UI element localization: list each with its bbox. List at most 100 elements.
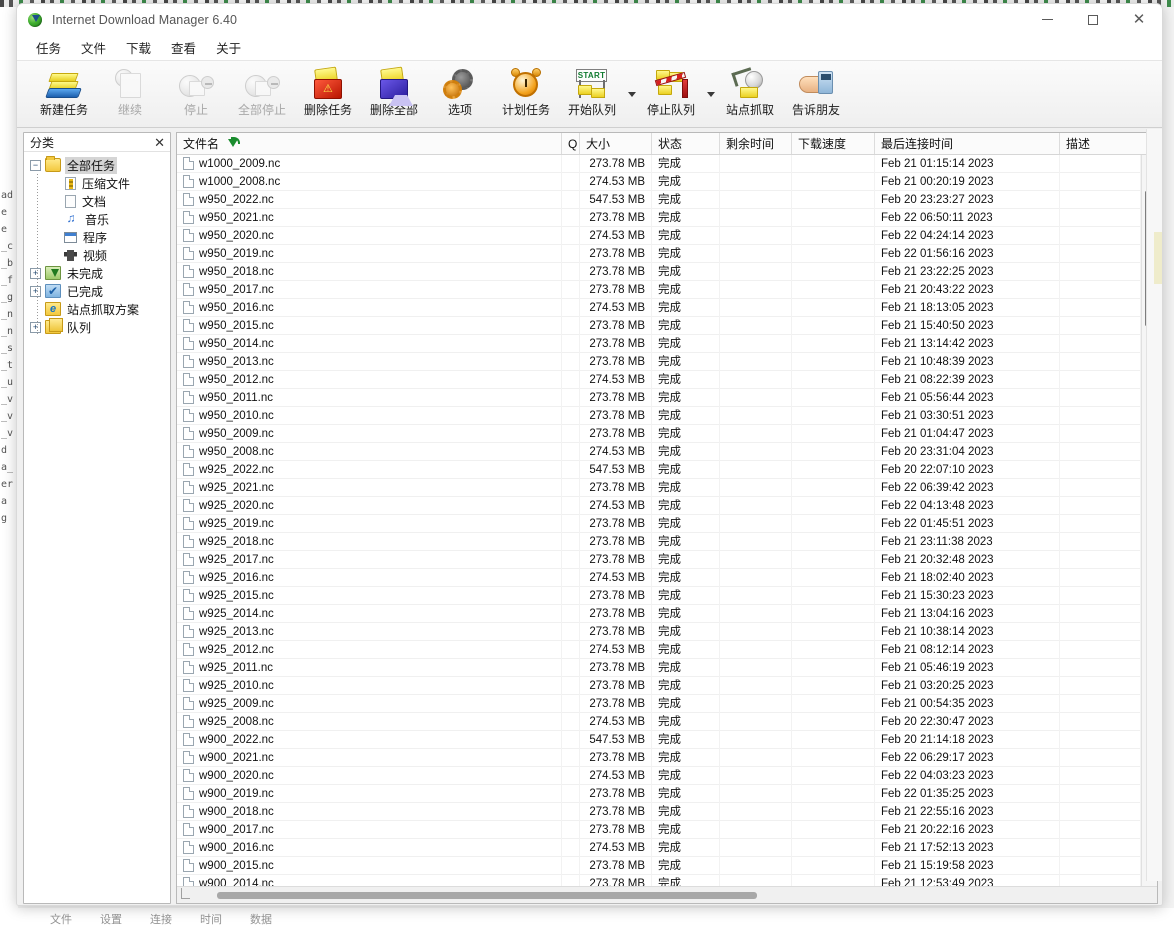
cell-name: w900_2017.nc [177,820,562,839]
table-row[interactable]: w925_2015.nc 273.78 MB 完成 Feb 21 15:30:23 2… [177,586,1141,605]
expand-icon[interactable]: + [30,321,41,333]
table-row[interactable]: w925_2017.nc 273.78 MB 完成 Feb 21 20:32:48 2… [177,550,1141,569]
table-row[interactable]: w900_2019.nc 273.78 MB 完成 Feb 22 01:35:25 2… [177,784,1141,803]
window-title-bar[interactable]: Internet Download Manager 6.40 ✕ [17,4,1162,35]
table-row[interactable]: w925_2020.nc 274.53 MB 完成 Feb 22 04:13:48 2… [177,496,1141,515]
cell-status: 完成 [652,244,720,263]
table-row[interactable]: w925_2018.nc 273.78 MB 完成 Feb 21 23:11:38 2… [177,532,1141,551]
collapse-icon[interactable]: − [30,159,41,171]
toolbar-button-tell-a-friend[interactable]: 告诉朋友 [783,63,849,126]
toolbar-button-add-task[interactable]: 新建任务 [31,63,97,126]
table-row[interactable]: w925_2022.nc 547.53 MB 完成 Feb 20 22:07:10 2… [177,460,1141,479]
sidebar-item-5[interactable]: 视频 [26,246,170,264]
table-row[interactable]: w925_2021.nc 273.78 MB 完成 Feb 22 06:39:42 2… [177,478,1141,497]
toolbar-button-options-gear[interactable]: 选项 [427,63,493,126]
table-row[interactable]: w950_2020.nc 274.53 MB 完成 Feb 22 04:24:14 2… [177,226,1141,245]
table-row[interactable]: w900_2014.nc 273.78 MB 完成 Feb 21 12:53:49 2… [177,874,1141,886]
table-row[interactable]: w950_2009.nc 273.78 MB 完成 Feb 21 01:04:47 2… [177,424,1141,443]
table-row[interactable]: w925_2019.nc 273.78 MB 完成 Feb 22 01:45:51 2… [177,514,1141,533]
table-row[interactable]: w900_2017.nc 273.78 MB 完成 Feb 21 20:22:16 2… [177,820,1141,839]
cell-last: Feb 21 15:30:23 2023 [875,586,1060,605]
table-row[interactable]: w900_2018.nc 273.78 MB 完成 Feb 21 22:55:16 2… [177,802,1141,821]
table-row[interactable]: w925_2008.nc 274.53 MB 完成 Feb 20 22:30:47 2… [177,712,1141,731]
table-row[interactable]: w950_2014.nc 273.78 MB 完成 Feb 21 13:14:42 2… [177,334,1141,353]
toolbar-dropdown-stop-queue[interactable] [704,63,717,126]
table-row[interactable]: w900_2021.nc 273.78 MB 完成 Feb 22 06:29:17 2… [177,748,1141,767]
list-horizontal-scrollbar[interactable] [177,886,1157,903]
toolbar-button-grabber[interactable]: 站点抓取 [717,63,783,126]
table-row[interactable]: w925_2014.nc 273.78 MB 完成 Feb 21 13:04:16 2… [177,604,1141,623]
table-row[interactable]: w950_2017.nc 273.78 MB 完成 Feb 21 20:43:22 2… [177,280,1141,299]
sidebar-item-7[interactable]: + ✔ 已完成 [26,282,170,300]
maximize-button[interactable] [1070,4,1116,35]
toolbar-button-stop-queue[interactable]: 停止队列 [638,63,704,126]
minimize-button[interactable] [1024,4,1070,35]
table-row[interactable]: w950_2019.nc 273.78 MB 完成 Feb 22 01:56:16 2… [177,244,1141,263]
cell-last: Feb 21 18:02:40 2023 [875,568,1060,587]
window-right-scroll-strip[interactable] [1146,129,1162,881]
toolbar-button-start-queue[interactable]: START 开始队列 [559,63,625,126]
table-row[interactable]: w950_2013.nc 273.78 MB 完成 Feb 21 10:48:39 2… [177,352,1141,371]
column-header-last[interactable]: 最后连接时间 [875,133,1060,154]
column-header-desc[interactable]: 描述 [1060,133,1157,154]
cell-q [562,388,580,407]
sidebar-item-1[interactable]: 压缩文件 [26,174,170,192]
cell-speed [792,442,875,461]
table-row[interactable]: w925_2010.nc 273.78 MB 完成 Feb 21 03:20:25 2… [177,676,1141,695]
cell-status: 完成 [652,748,720,767]
table-row[interactable]: w900_2015.nc 273.78 MB 完成 Feb 21 15:19:58 2… [177,856,1141,875]
table-row[interactable]: w950_2022.nc 547.53 MB 完成 Feb 20 23:23:27 2… [177,190,1141,209]
column-header-left[interactable]: 剩余时间 [720,133,792,154]
cell-q [562,298,580,317]
list-horizontal-scroll-thumb[interactable] [217,892,757,899]
table-row[interactable]: w900_2020.nc 274.53 MB 完成 Feb 22 04:03:23 2… [177,766,1141,785]
table-row[interactable]: w925_2011.nc 273.78 MB 完成 Feb 21 05:46:19 2… [177,658,1141,677]
table-row[interactable]: w950_2011.nc 273.78 MB 完成 Feb 21 05:56:44 2… [177,388,1141,407]
sidebar-item-9[interactable]: + 队列 [26,318,170,336]
table-row[interactable]: w925_2016.nc 274.53 MB 完成 Feb 21 18:02:40 2… [177,568,1141,587]
cell-name: w950_2008.nc [177,442,562,461]
menu-item-2[interactable]: 下载 [117,35,160,60]
column-header-size[interactable]: 大小 [580,133,652,154]
table-row[interactable]: w1000_2009.nc 273.78 MB 完成 Feb 21 01:15:14 … [177,155,1141,173]
table-row[interactable]: w925_2009.nc 273.78 MB 完成 Feb 21 00:54:35 2… [177,694,1141,713]
menu-item-1[interactable]: 文件 [72,35,115,60]
menu-item-3[interactable]: 查看 [162,35,205,60]
table-row[interactable]: w925_2012.nc 274.53 MB 完成 Feb 21 08:12:14 2… [177,640,1141,659]
column-header-name[interactable]: 文件名 [177,133,562,154]
table-row[interactable]: w950_2008.nc 274.53 MB 完成 Feb 20 23:31:04 2… [177,442,1141,461]
menu-item-4[interactable]: 关于 [207,35,250,60]
list-column-headers: 文件名 Q 大小 状态 剩余时间 下载速度 最后连接时间 描述 [177,133,1157,155]
column-header-q[interactable]: Q [562,133,580,154]
column-header-status[interactable]: 状态 [652,133,720,154]
table-row[interactable]: w950_2012.nc 274.53 MB 完成 Feb 21 08:22:39 2… [177,370,1141,389]
sidebar-item-8[interactable]: e 站点抓取方案 [26,300,170,318]
table-row[interactable]: w950_2016.nc 274.53 MB 完成 Feb 21 18:13:05 2… [177,298,1141,317]
column-header-label: 剩余时间 [726,137,775,151]
sidebar-item-2[interactable]: 文档 [26,192,170,210]
sidebar-item-3[interactable]: ♫ 音乐 [26,210,170,228]
table-row[interactable]: w950_2015.nc 273.78 MB 完成 Feb 21 15:40:50 2… [177,316,1141,335]
table-row[interactable]: w950_2010.nc 273.78 MB 完成 Feb 21 03:30:51 2… [177,406,1141,425]
sidebar-item-0[interactable]: − 全部任务 [26,156,170,174]
toolbar-button-delete-task[interactable]: 删除任务 [295,63,361,126]
file-name-label: w925_2012.nc [199,643,274,656]
expand-icon[interactable]: + [30,285,41,297]
toolbar-button-delete-all[interactable]: 删除全部 [361,63,427,126]
table-row[interactable]: w925_2013.nc 273.78 MB 完成 Feb 21 10:38:14 2… [177,622,1141,641]
close-button[interactable]: ✕ [1116,4,1162,35]
cell-name: w950_2010.nc [177,406,562,425]
expand-icon[interactable]: + [30,267,41,279]
sidebar-item-4[interactable]: 程序 [26,228,170,246]
toolbar-button-scheduler-clock[interactable]: 计划任务 [493,63,559,126]
column-header-speed[interactable]: 下载速度 [792,133,875,154]
menu-item-0[interactable]: 任务 [27,35,70,60]
table-row[interactable]: w900_2016.nc 274.53 MB 完成 Feb 21 17:52:13 2… [177,838,1141,857]
table-row[interactable]: w900_2022.nc 547.53 MB 完成 Feb 20 21:14:18 2… [177,730,1141,749]
table-row[interactable]: w1000_2008.nc 274.53 MB 完成 Feb 21 00:20:19 … [177,172,1141,191]
table-row[interactable]: w950_2018.nc 273.78 MB 完成 Feb 21 23:22:25 2… [177,262,1141,281]
sidebar-item-6[interactable]: + 未完成 [26,264,170,282]
toolbar-dropdown-start-queue[interactable] [625,63,638,126]
table-row[interactable]: w950_2021.nc 273.78 MB 完成 Feb 22 06:50:11 2… [177,208,1141,227]
category-panel-close-icon[interactable]: ✕ [154,136,165,149]
